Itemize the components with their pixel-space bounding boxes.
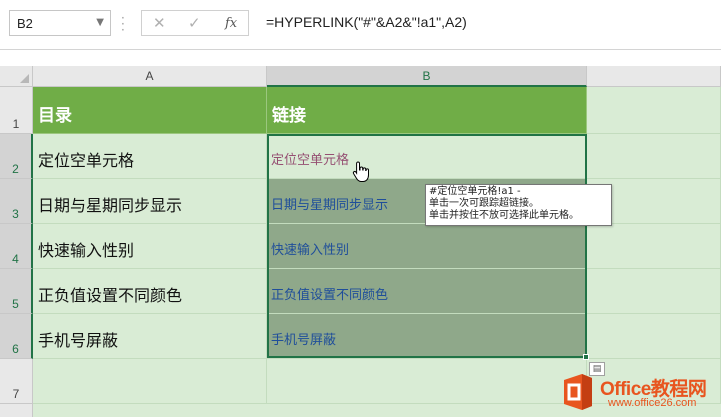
cell-c4[interactable] [587,224,721,269]
name-box-value: B2 [17,16,33,31]
cell-a5[interactable]: 正负值设置不同颜色 [33,269,267,314]
cancel-icon[interactable]: ✕ [153,14,166,32]
cell-b5-link[interactable]: 正负值设置不同颜色 [267,269,587,314]
cell-a4[interactable]: 快速输入性别 [33,224,267,269]
column-header-b[interactable]: B [267,66,587,87]
cell-c6[interactable] [587,314,721,359]
fill-handle[interactable] [583,354,589,360]
hand-pointer-icon [352,161,369,182]
cell-a7[interactable] [33,359,267,404]
chevron-down-icon[interactable]: ▼ [96,17,104,28]
row-header-5[interactable]: 5 [0,269,33,314]
watermark-logo: Office教程网 www.office26.com [556,366,721,417]
insert-function-icon[interactable]: fx [225,16,237,31]
select-all-corner[interactable] [0,66,33,87]
cell-b7[interactable] [267,359,587,404]
row-header-4[interactable]: 4 [0,224,33,269]
select-all-icon [20,74,29,83]
sheet-top-strip [0,50,721,66]
check-icon[interactable]: ✓ [188,14,201,32]
column-header-c[interactable] [587,66,721,87]
name-box[interactable]: B2 ▼ [9,10,111,36]
row-header-2[interactable]: 2 [0,134,33,179]
tooltip-line-3: 单击并按住不放可选择此单元格。 [429,210,579,221]
formula-buttons: ✕ ✓ fx [141,10,249,36]
row-header-7[interactable]: 7 [0,359,33,404]
cell-c1[interactable] [587,87,721,134]
column-header-a[interactable]: A [33,66,267,87]
drag-handle-icon[interactable]: · · · [121,12,125,36]
cell-a2[interactable]: 定位空单元格 [33,134,267,179]
cell-b4-link[interactable]: 快速输入性别 [267,224,587,269]
row-header-8[interactable] [0,404,33,417]
cell-a6[interactable]: 手机号屏蔽 [33,314,267,359]
hyperlink-tooltip: #定位空单元格!a1 - 单击一次可跟踪超链接。 单击并按住不放可选择此单元格。 [425,184,612,226]
formula-input[interactable]: =HYPERLINK("#"&A2&"!a1",A2) [256,10,721,36]
tooltip-line-1: #定位空单元格!a1 - [429,186,521,197]
cell-a3[interactable]: 日期与星期同步显示 [33,179,267,224]
tooltip-line-2: 单击一次可跟踪超链接。 [429,198,539,209]
formula-text: =HYPERLINK("#"&A2&"!a1",A2) [266,14,467,30]
formula-bar: B2 ▼ · · · ✕ ✓ fx =HYPERLINK("#"&A2&"!a1",… [0,0,721,50]
worksheet[interactable]: A B 1 2 3 4 5 6 7 目录 链接 定位空单元格 日期与星期同步显示… [0,50,721,417]
row-header-6[interactable]: 6 [0,314,33,359]
cell-b1[interactable]: 链接 [267,87,587,134]
cell-a1[interactable]: 目录 [33,87,267,134]
cell-b2-link[interactable]: 定位空单元格 [267,134,587,179]
watermark-url: www.office26.com [608,397,697,409]
row-header-3[interactable]: 3 [0,179,33,224]
cell-b6-link[interactable]: 手机号屏蔽 [267,314,587,359]
cell-c5[interactable] [587,269,721,314]
office-logo-icon [564,374,592,410]
cell-c2[interactable] [587,134,721,179]
row-header-1[interactable]: 1 [0,87,33,134]
